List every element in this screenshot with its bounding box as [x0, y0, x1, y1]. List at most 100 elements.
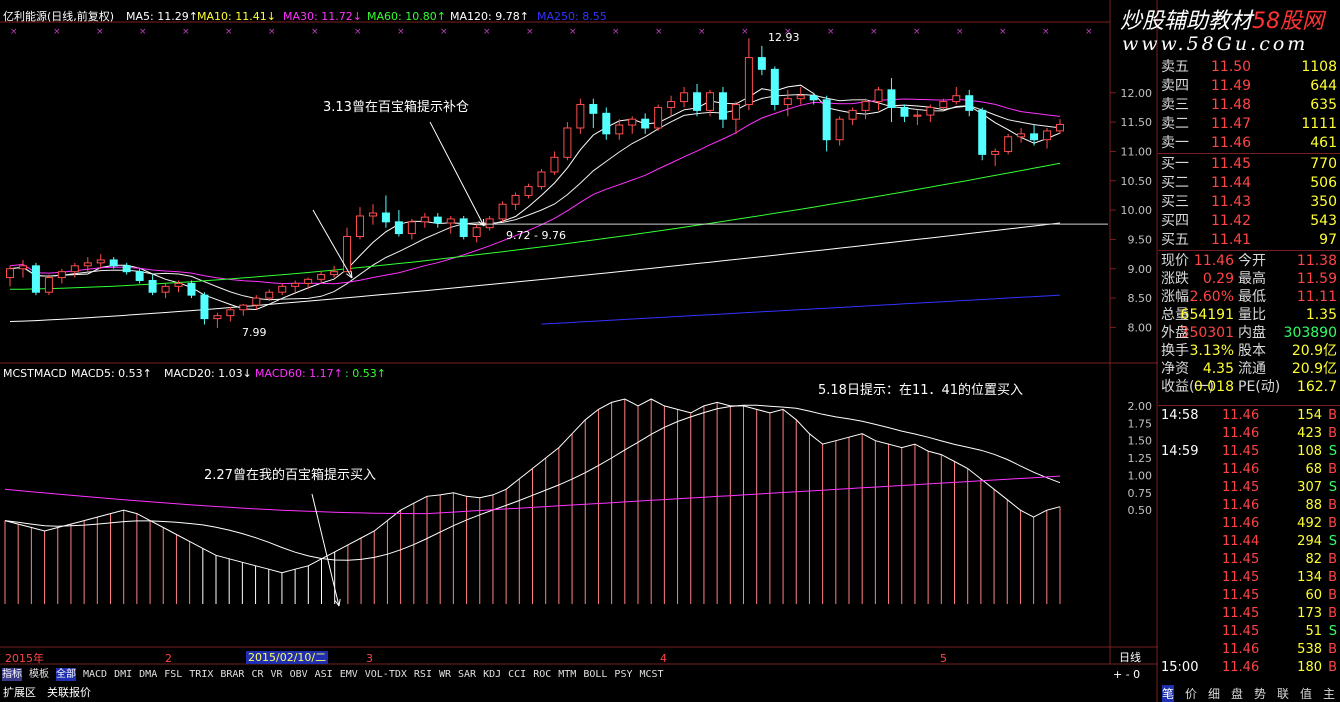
indicator-tab-macd[interactable]: MACD — [83, 668, 107, 681]
candle-body — [848, 109, 857, 120]
indicator-tab-boll[interactable]: BOLL — [583, 668, 607, 681]
panel-tabs: 笔价细盘势联值主 — [1158, 684, 1340, 702]
indicator-tab-vol-tdx[interactable]: VOL-TDX — [365, 668, 407, 681]
indicator-tab-vr[interactable]: VR — [271, 668, 283, 681]
annotation-buy-518: 5.18日提示：在11．41的位置买入 — [818, 383, 1024, 398]
candle-body — [1030, 133, 1039, 141]
panel-tab-5[interactable]: 联 — [1277, 685, 1289, 702]
bid-row: 买三 11.43 350 — [1158, 193, 1340, 211]
zoom-controls[interactable]: + - 0 — [1113, 668, 1140, 681]
tick-row: 11.45 51 S — [1158, 623, 1340, 641]
candle-body — [822, 99, 831, 141]
tick-row: 14:59 11.45 108 S — [1158, 443, 1340, 461]
candle-body — [498, 203, 507, 220]
tick-price: 11.45 — [1222, 570, 1260, 585]
panel-tab-7[interactable]: 主 — [1323, 685, 1335, 702]
indicator-tab-cci[interactable]: CCI — [508, 668, 526, 681]
ma10-value: MA10: 11.41↓ — [197, 10, 276, 23]
candle-body — [433, 216, 442, 224]
indicator-tab-全部[interactable]: 全部 — [56, 668, 76, 681]
candle-body — [887, 89, 896, 108]
panel-tab-3[interactable]: 盘 — [1231, 685, 1243, 702]
panel-tab-2[interactable]: 细 — [1208, 685, 1220, 702]
candle-body — [913, 114, 922, 117]
indicator-tab-brar[interactable]: BRAR — [220, 668, 244, 681]
stat-value-2: 11.38 — [1296, 253, 1337, 269]
tick-price: 11.46 — [1222, 642, 1260, 657]
tick-side: B — [1328, 588, 1337, 603]
macd-title: MCSTMACD — [3, 367, 67, 380]
tick-price: 11.45 — [1222, 606, 1260, 621]
indicator-tab-kdj[interactable]: KDJ — [483, 668, 501, 681]
marker-cross: × — [483, 27, 491, 37]
tick-row: 11.44 294 S — [1158, 533, 1340, 551]
tick-price: 11.45 — [1222, 480, 1260, 495]
stat-label-2: 内盘 — [1238, 325, 1266, 341]
candle-body — [550, 156, 559, 173]
panel-tab-4[interactable]: 势 — [1254, 685, 1266, 702]
tick-volume: 173 — [1297, 606, 1322, 621]
date-month-3: 3 — [366, 652, 373, 665]
indicator-tab-dmi[interactable]: DMI — [114, 668, 132, 681]
stat-value-2: 1.35 — [1305, 307, 1337, 323]
candle-body — [731, 104, 740, 120]
indicator-tab-obv[interactable]: OBV — [290, 668, 308, 681]
bid-row: 买一 11.45 770 — [1158, 155, 1340, 173]
extension-area[interactable]: 扩展区 — [3, 686, 36, 699]
candle-body — [485, 218, 494, 229]
stat-row: 涨跌 0.29 最高 11.59 — [1158, 270, 1340, 288]
candle-body — [1043, 130, 1052, 141]
period-label[interactable]: 日线 — [1119, 651, 1141, 664]
ask-price: 11.50 — [1211, 59, 1252, 75]
annotation-replenish: 3.13曾在百宝箱提示补仓 — [323, 100, 469, 115]
tick-price: 11.45 — [1222, 624, 1260, 639]
candle-body — [330, 271, 339, 276]
indicator-tab-roc[interactable]: ROC — [533, 668, 551, 681]
tick-row: 11.45 307 S — [1158, 479, 1340, 497]
indicator-tab-指标[interactable]: 指标 — [2, 668, 22, 681]
panel-tab-1[interactable]: 价 — [1185, 685, 1197, 702]
indicator-tab-cr[interactable]: CR — [251, 668, 263, 681]
indicator-tab-sar[interactable]: SAR — [458, 668, 476, 681]
tick-price: 11.45 — [1222, 444, 1260, 459]
stat-row: 现价 11.46 今开 11.38 — [1158, 252, 1340, 270]
panel-tab-0[interactable]: 笔 — [1162, 685, 1175, 702]
stat-row: 收益(一) 0.018 PE(动) 162.7 — [1158, 378, 1340, 396]
candle-body — [667, 101, 676, 108]
high-price-label: 12.93 — [768, 31, 800, 44]
indicator-tab-wr[interactable]: WR — [439, 668, 451, 681]
panel-tab-6[interactable]: 值 — [1300, 685, 1312, 702]
kline-chart[interactable]: × × × × × × × × × × × × × × × × × × × × × × × × × × 12.0011.5011.… — [0, 0, 1158, 702]
candle-body — [965, 95, 974, 111]
indicator-tab-emv[interactable]: EMV — [340, 668, 358, 681]
candle-body — [226, 309, 235, 317]
candle-body — [317, 274, 326, 280]
marker-cross: × — [999, 27, 1007, 37]
candle-body — [278, 285, 287, 293]
candle-body — [407, 221, 416, 235]
quote-panel: 卖五 11.50 1108 卖四 11.49 644 卖三 11.48 635 卖二 11.47 11… — [1158, 0, 1340, 702]
indicator-tab-trix[interactable]: TRIX — [189, 668, 213, 681]
indicator-tab-模板[interactable]: 模板 — [29, 668, 49, 681]
stat-label-2: 股本 — [1238, 343, 1266, 359]
stat-row: 净资 4.35 流通 20.9亿 — [1158, 360, 1340, 378]
macd-histogram — [4, 398, 1061, 604]
tick-volume: 294 — [1297, 534, 1322, 549]
indicator-tab-mtm[interactable]: MTM — [558, 668, 576, 681]
tick-volume: 423 — [1297, 426, 1322, 441]
macd60-value: MACD60: 1.17↑ — [255, 367, 343, 380]
candle-body — [394, 221, 403, 235]
indicator-tab-psy[interactable]: PSY — [614, 668, 632, 681]
ma30-value: MA30: 11.72↓ — [283, 10, 362, 23]
macd-tick: 1.75 — [1128, 417, 1153, 430]
indicator-tab-fsl[interactable]: FSL — [164, 668, 182, 681]
ma250-line — [541, 294, 1061, 325]
candle-body — [770, 68, 779, 106]
indicator-tab-dma[interactable]: DMA — [139, 668, 157, 681]
indicator-tab-mcst[interactable]: MCST — [639, 668, 663, 681]
related-quote[interactable]: 关联报价 — [47, 686, 91, 699]
candle-body — [511, 194, 520, 205]
indicator-tab-rsi[interactable]: RSI — [414, 668, 432, 681]
candle-body — [122, 265, 131, 273]
indicator-tab-asi[interactable]: ASI — [315, 668, 333, 681]
